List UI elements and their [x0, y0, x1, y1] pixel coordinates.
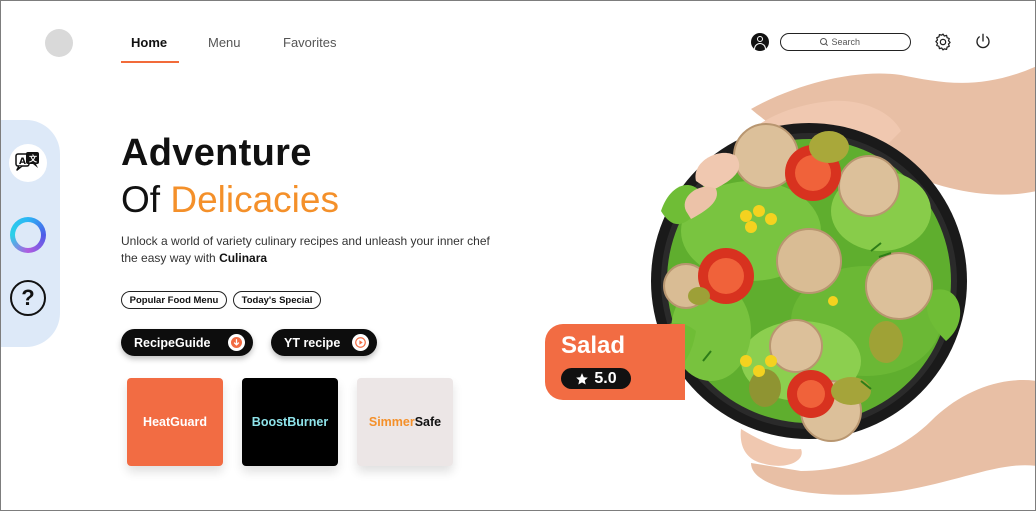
svg-text:文: 文: [29, 154, 38, 164]
help-icon: ?: [21, 285, 35, 310]
chip-todays-special[interactable]: Today's Special: [233, 291, 321, 309]
card-heatguard-label: HeatGuard: [143, 415, 207, 429]
nav-home[interactable]: Home: [131, 35, 167, 50]
recipe-guide-button[interactable]: RecipeGuide: [121, 329, 253, 356]
arrow-down-icon: [228, 334, 245, 351]
featured-dish-name: Salad: [561, 332, 626, 359]
rating-badge: 5.0: [561, 368, 631, 389]
card-simmersafe[interactable]: Simmer Safe: [357, 378, 453, 466]
help-button[interactable]: ?: [10, 280, 46, 316]
salad-bowl-image: [651, 66, 1035, 495]
star-icon: [576, 372, 589, 385]
card-simmersafe-accent: Simmer: [368, 415, 415, 429]
nav-favorites[interactable]: Favorites: [283, 35, 336, 50]
card-simmersafe-rest: Safe: [414, 415, 442, 429]
logo[interactable]: [45, 29, 73, 57]
hero-title: Adventure: [121, 132, 312, 174]
search-input[interactable]: [831, 37, 872, 47]
yt-recipe-label: YT recipe: [284, 335, 341, 350]
translate-button[interactable]: A 文: [9, 144, 47, 182]
play-icon: [352, 334, 369, 351]
hero-description: Unlock a world of variety culinary recip…: [121, 233, 501, 267]
gear-icon[interactable]: [933, 32, 953, 52]
rating-value: 5.0: [594, 369, 617, 387]
featured-dish-badge[interactable]: Salad 5.0: [545, 324, 685, 400]
hero-subtitle-accent: Delicacies: [170, 179, 339, 220]
card-boostburner[interactable]: BoostBurner: [242, 378, 338, 466]
brand-name: Culinara: [219, 251, 268, 265]
assistant-ring-icon: [10, 217, 46, 253]
translate-icon: A 文: [15, 152, 39, 171]
recipe-guide-label: RecipeGuide: [134, 335, 211, 350]
assistant-button[interactable]: [9, 216, 47, 254]
power-icon[interactable]: [974, 32, 992, 50]
hero-subtitle-prefix: Of: [121, 179, 161, 220]
chip-popular-food-menu[interactable]: Popular Food Menu: [121, 291, 227, 309]
nav-active-underline: [121, 61, 179, 63]
hero-description-text: Unlock a world of variety culinary recip…: [121, 234, 490, 265]
yt-recipe-button[interactable]: YT recipe: [271, 329, 377, 356]
profile-icon[interactable]: [751, 33, 769, 51]
card-boostburner-label: BoostBurner: [251, 415, 329, 429]
search-bar[interactable]: [780, 33, 911, 51]
side-toolbar: A 文 ?: [1, 120, 60, 347]
nav-menu[interactable]: Menu: [208, 35, 241, 50]
hero-subtitle: Of Delicacies: [121, 179, 339, 221]
svg-text:A: A: [19, 157, 26, 167]
app-frame: Home Menu Favorites A 文: [0, 0, 1036, 511]
search-icon: [819, 38, 828, 46]
card-heatguard[interactable]: HeatGuard: [127, 378, 223, 466]
